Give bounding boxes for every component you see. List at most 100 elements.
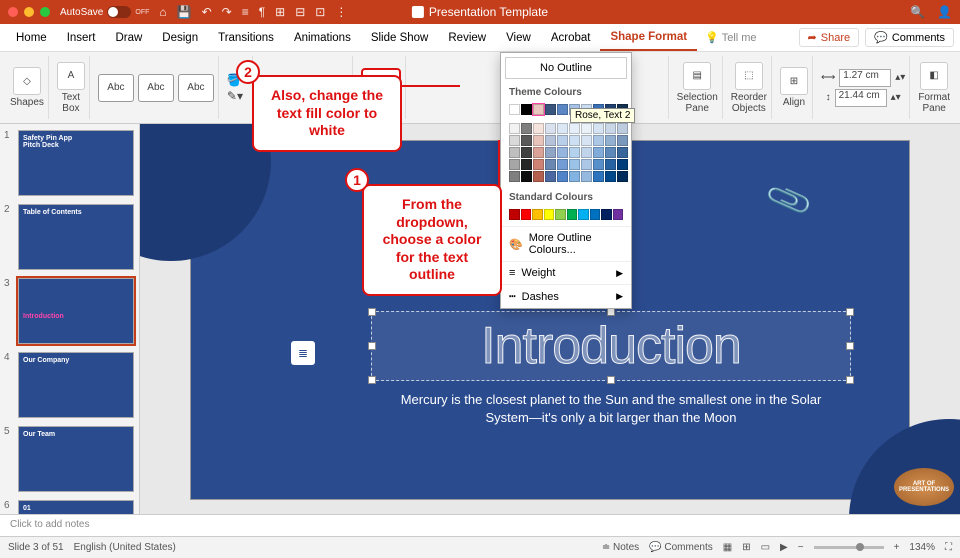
color-swatch[interactable] — [617, 123, 628, 134]
tab-home[interactable]: Home — [6, 24, 57, 51]
selection-pane-button[interactable]: ▤ — [683, 62, 711, 90]
tab-animations[interactable]: Animations — [284, 24, 361, 51]
color-swatch[interactable] — [545, 171, 556, 182]
color-swatch[interactable] — [567, 209, 578, 220]
color-swatch[interactable] — [509, 159, 520, 170]
color-swatch[interactable] — [569, 123, 580, 134]
reorder-button[interactable]: ⬚ — [735, 62, 763, 90]
qat-icon[interactable]: ⊡ — [315, 5, 325, 19]
shapes-button[interactable]: ◇ — [13, 67, 41, 95]
color-swatch[interactable] — [545, 147, 556, 158]
color-swatch[interactable] — [545, 135, 556, 146]
slide-counter[interactable]: Slide 3 of 51 — [8, 542, 64, 553]
color-swatch[interactable] — [581, 159, 592, 170]
color-swatch[interactable] — [521, 123, 532, 134]
no-outline-option[interactable]: No Outline — [505, 57, 627, 79]
color-swatch[interactable] — [555, 209, 566, 220]
tab-draw[interactable]: Draw — [105, 24, 152, 51]
color-swatch[interactable] — [578, 209, 589, 220]
color-swatch[interactable] — [544, 209, 555, 220]
color-swatch[interactable] — [533, 104, 544, 115]
shape-style-3[interactable]: Abc — [178, 74, 214, 102]
color-swatch[interactable] — [569, 135, 580, 146]
close-icon[interactable] — [8, 7, 18, 17]
width-value[interactable]: 21.44 cm — [835, 89, 887, 107]
thumbnail-1[interactable]: Safety Pin App Pitch Deck — [18, 130, 134, 196]
redo-icon[interactable]: ↷ — [222, 5, 232, 19]
color-swatch[interactable] — [605, 135, 616, 146]
color-swatch[interactable] — [509, 104, 520, 115]
color-swatch[interactable] — [593, 135, 604, 146]
color-swatch[interactable] — [590, 209, 601, 220]
thumbnail-4[interactable]: Our Company — [18, 352, 134, 418]
language-indicator[interactable]: English (United States) — [74, 542, 176, 553]
resize-handle[interactable] — [368, 308, 376, 316]
color-swatch[interactable] — [521, 135, 532, 146]
resize-handle[interactable] — [846, 376, 854, 384]
color-swatch[interactable] — [613, 209, 624, 220]
color-swatch[interactable] — [593, 123, 604, 134]
color-swatch[interactable] — [581, 147, 592, 158]
color-swatch[interactable] — [521, 171, 532, 182]
color-swatch[interactable] — [545, 159, 556, 170]
normal-view-icon[interactable]: ▦ — [723, 542, 732, 553]
qat-icon[interactable]: ⋮ — [335, 5, 347, 19]
color-swatch[interactable] — [509, 123, 520, 134]
tab-review[interactable]: Review — [438, 24, 496, 51]
tab-view[interactable]: View — [496, 24, 541, 51]
color-swatch[interactable] — [581, 135, 592, 146]
tab-transitions[interactable]: Transitions — [208, 24, 284, 51]
sorter-view-icon[interactable]: ⊞ — [742, 542, 750, 553]
color-swatch[interactable] — [533, 123, 544, 134]
color-swatch[interactable] — [509, 147, 520, 158]
color-swatch[interactable] — [557, 135, 568, 146]
color-swatch[interactable] — [605, 159, 616, 170]
color-swatch[interactable] — [581, 171, 592, 182]
home-icon[interactable]: ⌂ — [159, 5, 166, 19]
color-swatch[interactable] — [533, 135, 544, 146]
color-swatch[interactable] — [593, 147, 604, 158]
thumbnail-3[interactable]: Introduction — [18, 278, 134, 344]
comments-button[interactable]: 💬 Comments — [865, 28, 954, 47]
color-swatch[interactable] — [533, 147, 544, 158]
color-swatch[interactable] — [545, 104, 556, 115]
resize-handle[interactable] — [607, 376, 615, 384]
qat-icon[interactable]: ¶ — [259, 5, 265, 19]
color-swatch[interactable] — [533, 171, 544, 182]
zoom-in-icon[interactable]: + — [894, 542, 900, 553]
autosave-toggle[interactable]: AutoSave OFF — [60, 6, 149, 18]
color-swatch[interactable] — [617, 147, 628, 158]
share-button[interactable]: ➦ Share — [799, 28, 860, 47]
tab-slideshow[interactable]: Slide Show — [361, 24, 439, 51]
color-swatch[interactable] — [557, 147, 568, 158]
color-swatch[interactable] — [593, 159, 604, 170]
slideshow-view-icon[interactable]: ▶ — [780, 542, 788, 553]
color-swatch[interactable] — [557, 171, 568, 182]
tab-design[interactable]: Design — [152, 24, 208, 51]
resize-handle[interactable] — [846, 342, 854, 350]
thumbnail-6[interactable]: 01 — [18, 500, 134, 514]
color-swatch[interactable] — [557, 123, 568, 134]
notes-pane[interactable]: Click to add notes — [0, 514, 960, 536]
more-colors-option[interactable]: 🎨 More Outline Colours... — [501, 226, 631, 261]
minimize-icon[interactable] — [24, 7, 34, 17]
qat-icon[interactable]: ⊟ — [295, 5, 305, 19]
resize-handle[interactable] — [607, 308, 615, 316]
reading-view-icon[interactable]: ▭ — [761, 542, 770, 553]
color-swatch[interactable] — [521, 209, 532, 220]
shape-style-2[interactable]: Abc — [138, 74, 174, 102]
color-swatch[interactable] — [605, 147, 616, 158]
height-field[interactable]: ⟷1.27 cm▴▾ — [821, 69, 905, 87]
color-swatch[interactable] — [569, 147, 580, 158]
user-icon[interactable]: 👤 — [937, 5, 952, 19]
resize-handle[interactable] — [368, 342, 376, 350]
color-swatch[interactable] — [557, 159, 568, 170]
shape-outline-button[interactable]: ✎▾ — [227, 89, 248, 103]
textbox-button[interactable]: A — [57, 62, 85, 90]
weight-option[interactable]: ≡ Weight▶ — [501, 261, 631, 284]
title-textbox[interactable]: Introduction — [371, 311, 851, 381]
color-swatch[interactable] — [601, 209, 612, 220]
save-icon[interactable]: 💾 — [177, 5, 192, 19]
tab-shape-format[interactable]: Shape Format — [600, 24, 697, 51]
zoom-slider[interactable] — [814, 546, 884, 549]
